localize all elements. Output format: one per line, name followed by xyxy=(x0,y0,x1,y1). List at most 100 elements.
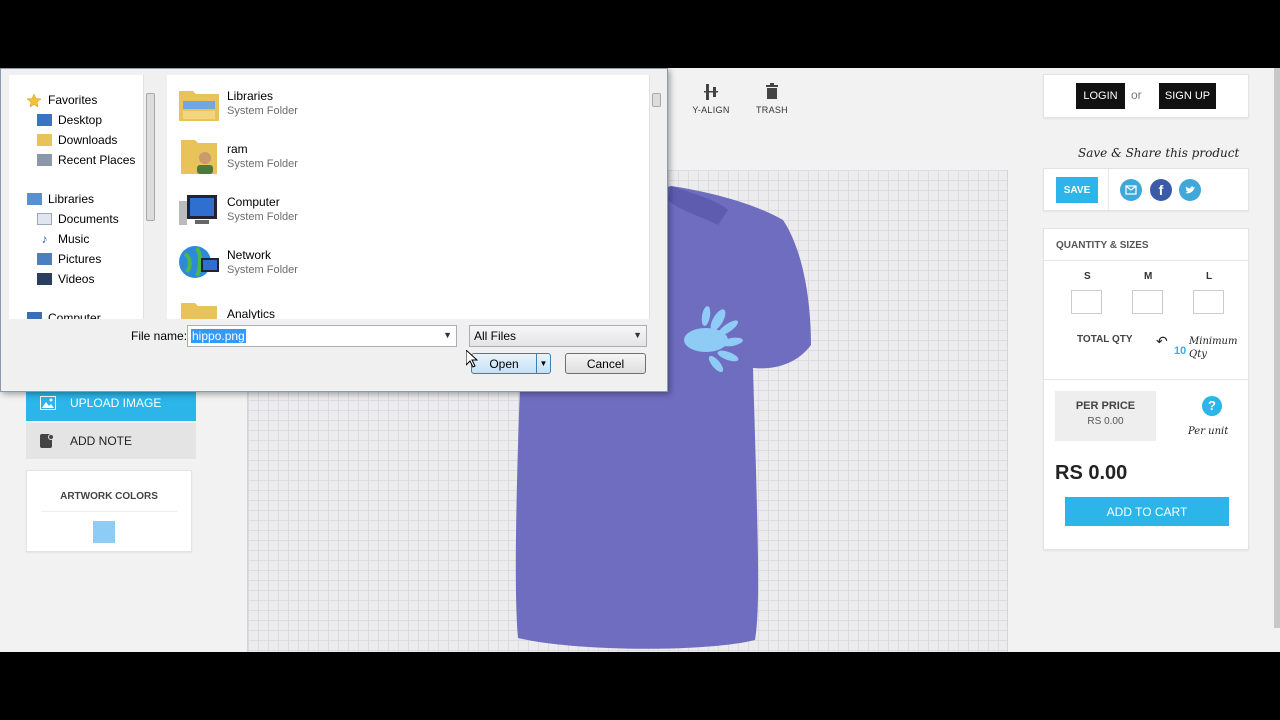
documents-icon xyxy=(37,213,52,225)
file-list: Libraries System Folder ram System Folde… xyxy=(167,75,663,319)
nav-recent-places-label: Recent Places xyxy=(58,153,136,167)
nav-pictures-label: Pictures xyxy=(58,252,102,266)
chevron-down-icon[interactable]: ▼ xyxy=(633,330,642,340)
per-price-box: PER PRICE RS 0.00 xyxy=(1055,391,1156,441)
y-align-label: Y-ALIGN xyxy=(692,105,730,115)
trash-label: TRASH xyxy=(755,105,788,115)
nav-desktop[interactable]: Desktop xyxy=(37,111,102,129)
nav-downloads-label: Downloads xyxy=(58,133,118,147)
quantity-sizes-title: QUANTITY & SIZES xyxy=(1056,240,1149,251)
y-align-button[interactable]: Y-ALIGN xyxy=(681,83,741,127)
file-list-scrollbar[interactable] xyxy=(649,75,663,319)
file-name-label: File name: xyxy=(131,329,188,343)
nav-favorites-label: Favorites xyxy=(48,93,98,107)
nav-music-label: Music xyxy=(58,232,90,246)
pictures-icon xyxy=(37,253,52,265)
nav-libraries[interactable]: Libraries xyxy=(27,190,94,208)
file-name-computer: Computer xyxy=(227,195,280,209)
nav-computer-label: Computer xyxy=(48,311,101,319)
share-panel: SAVE f xyxy=(1043,168,1249,211)
nav-libraries-label: Libraries xyxy=(48,192,95,206)
size-s-input[interactable] xyxy=(1071,290,1102,314)
file-type-filter-value: All Files xyxy=(474,329,517,343)
nav-scrollbar[interactable] xyxy=(143,75,157,319)
file-list-scrollbar-thumb[interactable] xyxy=(652,93,661,107)
size-m-input[interactable] xyxy=(1132,290,1163,314)
file-type-filter[interactable]: All Files ▼ xyxy=(469,325,647,347)
divider xyxy=(1108,169,1109,210)
videos-icon xyxy=(37,273,52,285)
help-icon[interactable]: ? xyxy=(1202,396,1222,416)
file-name-value: hippo.png xyxy=(191,329,246,343)
save-button[interactable]: SAVE xyxy=(1056,177,1098,203)
network-icon xyxy=(177,240,221,284)
navigation-pane: Favorites Desktop Downloads Recent Place… xyxy=(9,75,157,319)
or-text: or xyxy=(1131,88,1142,102)
add-to-cart-button[interactable]: ADD TO CART xyxy=(1065,497,1229,526)
size-label-l: L xyxy=(1206,271,1213,282)
file-name-input[interactable]: hippo.png ▼ xyxy=(187,325,457,347)
total-qty-label: TOTAL QTY xyxy=(1077,334,1133,345)
image-icon xyxy=(40,396,56,410)
file-type-ram: System Folder xyxy=(227,158,298,170)
y-align-icon xyxy=(681,83,741,105)
open-file-dialog: Favorites Desktop Downloads Recent Place… xyxy=(0,68,668,392)
file-name-ram: ram xyxy=(227,142,248,156)
nav-music[interactable]: ♪ Music xyxy=(37,230,90,248)
open-options-chevron-icon[interactable]: ▼ xyxy=(536,354,550,373)
file-item-ram[interactable]: ram System Folder xyxy=(177,132,298,180)
mouse-cursor-icon xyxy=(465,348,479,373)
file-item-network[interactable]: Network System Folder xyxy=(177,238,298,286)
file-name-network: Network xyxy=(227,248,272,262)
email-share-icon[interactable] xyxy=(1120,179,1142,201)
artwork-color-swatch[interactable] xyxy=(93,521,115,543)
open-label: Open xyxy=(489,356,519,371)
login-button[interactable]: LOGIN xyxy=(1076,83,1125,109)
note-icon xyxy=(40,434,56,448)
computer-icon xyxy=(27,312,42,319)
size-l-input[interactable] xyxy=(1193,290,1224,314)
artwork-colors-title: ARTWORK COLORS xyxy=(60,491,158,502)
cancel-button[interactable]: Cancel xyxy=(565,353,646,374)
upload-image-label: UPLOAD IMAGE xyxy=(70,396,162,410)
file-item-libraries[interactable]: Libraries System Folder xyxy=(177,79,298,127)
order-panel: QUANTITY & SIZES S M L TOTAL QTY ↶ 10 Mi… xyxy=(1043,228,1249,550)
facebook-share-icon[interactable]: f xyxy=(1150,179,1172,201)
nav-videos-label: Videos xyxy=(58,272,95,286)
total-price: RS 0.00 xyxy=(1055,462,1128,484)
twitter-share-icon[interactable] xyxy=(1179,179,1201,201)
star-icon xyxy=(26,93,42,108)
page-scrollbar[interactable] xyxy=(1274,68,1280,628)
nav-favorites[interactable]: Favorites xyxy=(26,91,98,109)
divider xyxy=(41,511,177,512)
min-qty-note: Minimum Qty xyxy=(1189,336,1238,360)
nav-scrollbar-thumb[interactable] xyxy=(146,93,155,221)
open-button[interactable]: Open ▼ xyxy=(471,353,551,374)
nav-videos[interactable]: Videos xyxy=(37,270,94,288)
auth-panel: LOGIN or SIGN UP xyxy=(1043,74,1249,118)
nav-recent-places[interactable]: Recent Places xyxy=(37,151,135,169)
min-qty-value: 10 xyxy=(1174,345,1187,357)
trash-icon xyxy=(742,83,802,105)
libraries-icon xyxy=(27,193,42,205)
nav-pictures[interactable]: Pictures xyxy=(37,250,101,268)
nav-documents[interactable]: Documents xyxy=(37,210,119,228)
share-title: Save & Share this product xyxy=(1078,146,1240,160)
per-price-label: PER PRICE xyxy=(1075,400,1136,412)
file-type-computer: System Folder xyxy=(227,211,298,223)
chevron-down-icon[interactable]: ▼ xyxy=(443,330,452,340)
nav-desktop-label: Desktop xyxy=(58,113,103,127)
music-icon: ♪ xyxy=(41,232,48,246)
file-type-network: System Folder xyxy=(227,264,298,276)
size-label-m: M xyxy=(1144,271,1153,282)
file-item-computer[interactable]: Computer System Folder xyxy=(177,185,298,233)
file-item-analytics[interactable]: Analytics xyxy=(177,291,275,319)
signup-button[interactable]: SIGN UP xyxy=(1159,83,1216,109)
nav-downloads[interactable]: Downloads xyxy=(37,131,117,149)
desktop-icon xyxy=(37,114,52,126)
add-note-button[interactable]: ADD NOTE xyxy=(26,423,196,459)
trash-button[interactable]: TRASH xyxy=(742,83,802,127)
file-name-analytics: Analytics xyxy=(227,307,276,319)
per-price-value: RS 0.00 xyxy=(1087,416,1124,427)
nav-computer[interactable]: Computer xyxy=(27,309,101,319)
